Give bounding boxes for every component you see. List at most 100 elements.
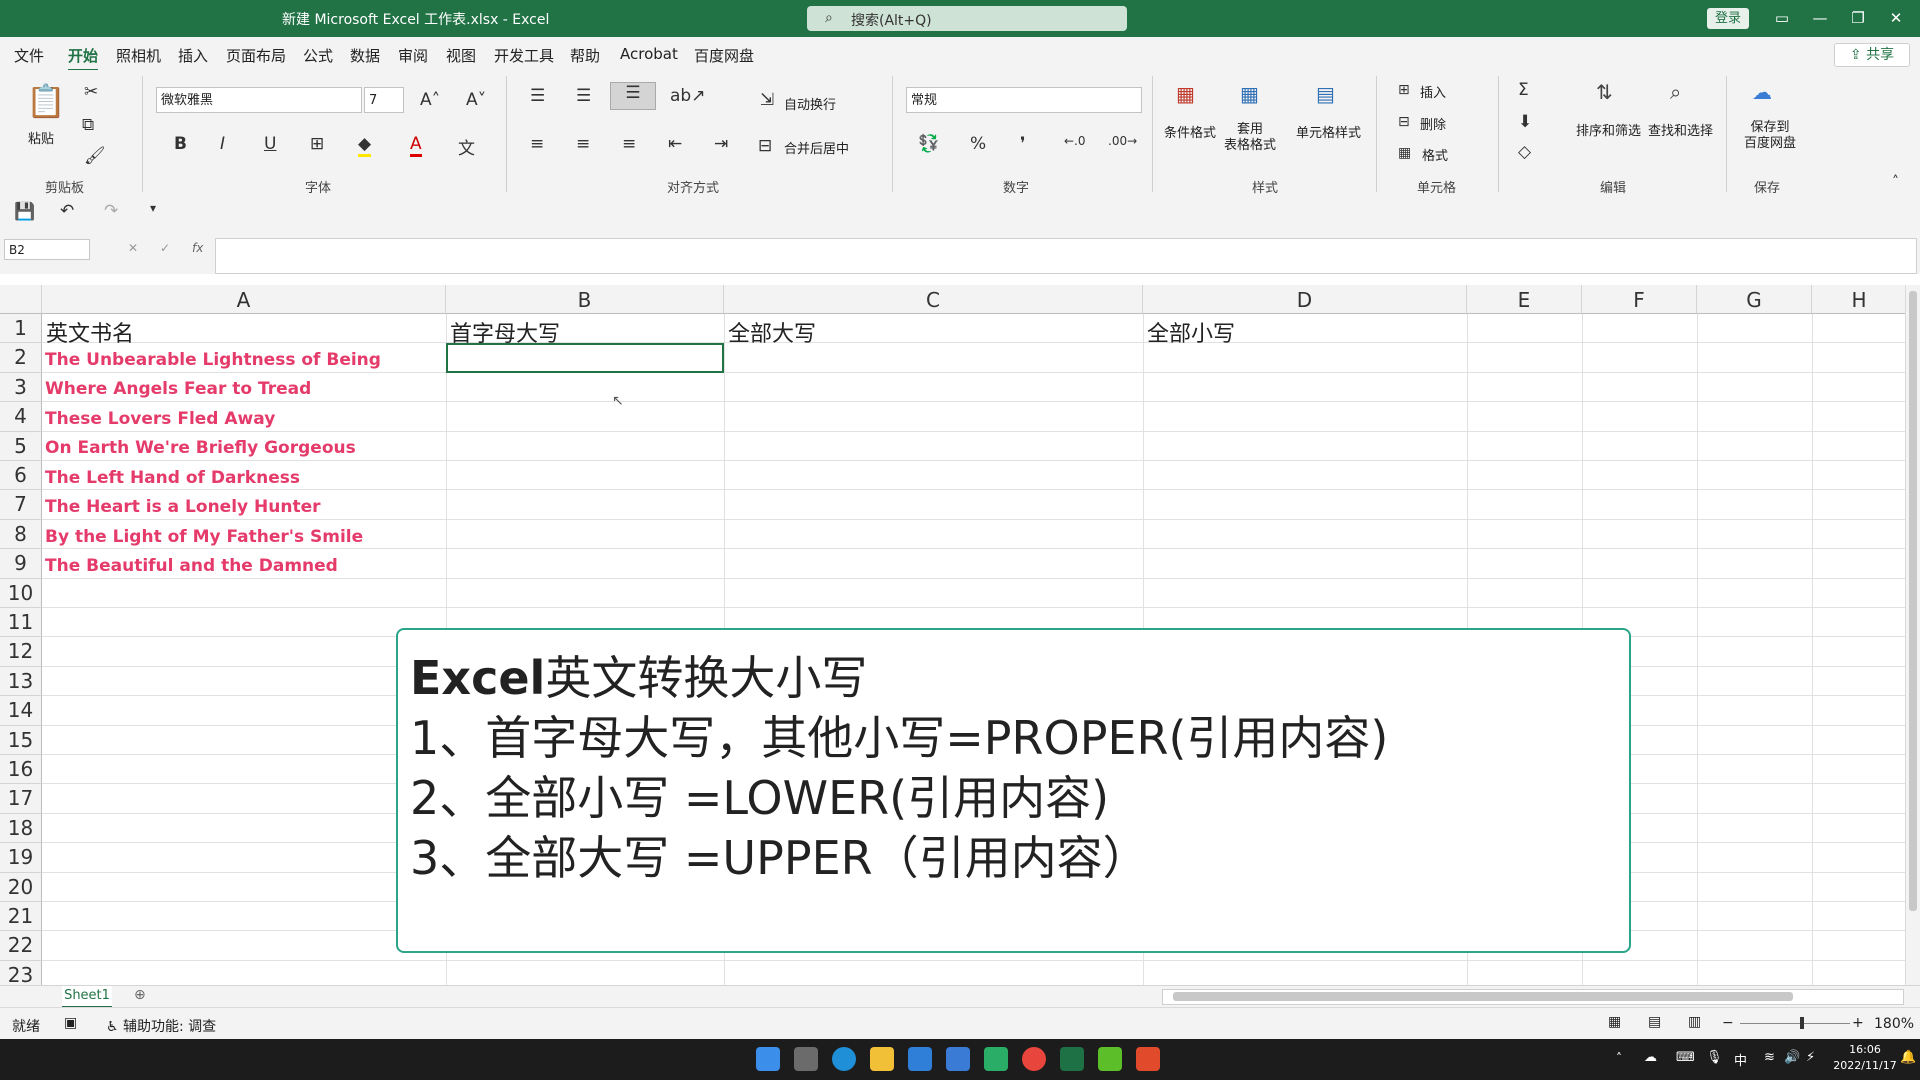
underline-icon[interactable]: U (264, 134, 276, 154)
column-header[interactable]: F (1582, 285, 1697, 314)
row-header[interactable]: 19 (0, 843, 42, 873)
menu-view[interactable]: 视图 (446, 45, 476, 66)
save-to-baidu-button[interactable]: 保存到 百度网盘 (1744, 120, 1796, 152)
share-button[interactable]: ⇪ 共享 (1834, 43, 1910, 67)
selected-cell[interactable] (446, 343, 724, 373)
increase-indent-icon[interactable]: ⇥ (714, 134, 728, 154)
format-icon[interactable]: ▦ (1398, 145, 1411, 161)
cell-c1[interactable]: 全部大写 (728, 316, 816, 348)
currency-icon[interactable]: 💱 (918, 134, 939, 154)
sort-filter-button[interactable]: 排序和筛选 (1576, 120, 1641, 139)
tray-chevron-icon[interactable]: ˄ (1616, 1051, 1622, 1065)
menu-review[interactable]: 审阅 (398, 45, 428, 66)
cell-styles-button[interactable]: 单元格样式 (1296, 122, 1361, 141)
merge-center-button[interactable]: 合并后居中 (784, 138, 849, 157)
insert-button[interactable]: 插入 (1420, 82, 1446, 101)
clock-date[interactable]: 2022/11/17 (1832, 1059, 1898, 1072)
redo-icon[interactable]: ↷ (104, 201, 118, 221)
menu-file[interactable]: 文件 (14, 45, 44, 66)
camtasia-icon[interactable] (1098, 1047, 1122, 1071)
vertical-scroll-thumb[interactable] (1909, 291, 1917, 911)
menu-help[interactable]: 帮助 (570, 45, 600, 66)
align-right-icon[interactable]: ≡ (622, 134, 636, 154)
cell-styles-icon[interactable]: ▤ (1316, 82, 1335, 106)
zoom-slider[interactable] (1740, 1023, 1850, 1024)
format-as-table-button[interactable]: 套用 表格格式 (1224, 122, 1276, 154)
zoom-out-icon[interactable]: − (1722, 1015, 1734, 1031)
book-title-cell[interactable]: Where Angels Fear to Tread (45, 379, 311, 399)
formula-input[interactable] (215, 238, 1917, 274)
notification-icon[interactable]: 🔔 (1900, 1050, 1916, 1065)
onedrive-icon[interactable]: ☁ (1644, 1050, 1657, 1065)
align-bottom-icon[interactable]: ☰ (610, 82, 656, 110)
function-icon[interactable]: fx (192, 241, 203, 255)
menu-developer[interactable]: 开发工具 (494, 45, 554, 66)
font-name-combo[interactable]: 微软雅黑 (156, 87, 362, 113)
undo-icon[interactable]: ↶ (60, 201, 74, 221)
row-header[interactable]: 14 (0, 696, 42, 726)
sheet-tab[interactable]: Sheet1 (62, 986, 112, 1008)
book-title-cell[interactable]: The Left Hand of Darkness (45, 468, 300, 488)
row-header[interactable]: 16 (0, 755, 42, 785)
conditional-format-icon[interactable]: ▦ (1176, 82, 1195, 106)
page-break-view-icon[interactable]: ▥ (1688, 1014, 1701, 1030)
cancel-icon[interactable]: ✕ (128, 241, 138, 255)
percent-icon[interactable]: % (970, 134, 986, 154)
accessibility-status[interactable]: ♿ 辅助功能: 调查 (106, 1016, 216, 1036)
recorder-icon[interactable] (1136, 1047, 1160, 1071)
find-select-button[interactable]: 查找和选择 (1648, 120, 1713, 139)
normal-view-icon[interactable]: ▦ (1608, 1014, 1621, 1030)
find-icon[interactable]: ⌕ (1670, 80, 1681, 104)
orientation-icon[interactable]: ab↗ (670, 86, 705, 106)
save-icon[interactable]: 💾 (14, 202, 35, 222)
increase-decimal-icon[interactable]: ←.0 (1064, 134, 1086, 148)
book-title-cell[interactable]: The Unbearable Lightness of Being (45, 350, 381, 370)
row-header[interactable]: 15 (0, 725, 42, 755)
feishu-icon[interactable] (908, 1047, 932, 1071)
fill-color-icon[interactable]: ◆ (358, 134, 372, 157)
clear-icon[interactable]: ◇ (1518, 142, 1531, 162)
insert-icon[interactable]: ⊞ (1398, 82, 1410, 98)
file-explorer-icon[interactable] (870, 1047, 894, 1071)
decrease-indent-icon[interactable]: ⇤ (668, 134, 682, 154)
add-sheet-icon[interactable]: ⊕ (134, 987, 146, 1003)
macro-record-icon[interactable]: ▣ (64, 1015, 77, 1031)
clock-time[interactable]: 16:06 (1840, 1043, 1890, 1056)
align-left-icon[interactable]: ≡ (530, 134, 544, 154)
wifi-icon[interactable]: ≋ (1764, 1050, 1775, 1065)
name-box[interactable]: B2 (4, 239, 90, 260)
ime-indicator[interactable]: 中 (1734, 1050, 1747, 1069)
row-header[interactable]: 2 (0, 343, 42, 373)
column-header[interactable]: D (1143, 285, 1467, 314)
delete-icon[interactable]: ⊟ (1398, 114, 1410, 130)
row-header[interactable]: 18 (0, 813, 42, 844)
row-header[interactable]: 5 (0, 431, 42, 461)
row-header[interactable]: 8 (0, 519, 42, 550)
increase-font-icon[interactable]: A˄ (420, 90, 440, 110)
column-header[interactable]: H (1812, 285, 1905, 314)
vertical-scrollbar[interactable] (1905, 285, 1920, 985)
border-icon[interactable]: ⊞ (310, 134, 324, 154)
menu-insert[interactable]: 插入 (178, 45, 208, 66)
cell-d1[interactable]: 全部小写 (1147, 316, 1235, 348)
number-format-combo[interactable]: 常规 (906, 87, 1142, 113)
row-header[interactable]: 6 (0, 461, 42, 491)
page-layout-view-icon[interactable]: ▤ (1648, 1014, 1661, 1030)
align-center-icon[interactable]: ≡ (576, 134, 590, 154)
menu-camera[interactable]: 照相机 (116, 45, 161, 66)
conditional-format-button[interactable]: 条件格式 (1164, 122, 1216, 141)
zoom-slider-thumb[interactable] (1800, 1017, 1804, 1029)
wechat-icon[interactable] (984, 1047, 1008, 1071)
row-header[interactable]: 7 (0, 490, 42, 520)
horizontal-scroll-thumb[interactable] (1173, 992, 1793, 1001)
select-all-corner[interactable] (0, 285, 42, 314)
delete-button[interactable]: 删除 (1420, 114, 1446, 133)
column-header[interactable]: G (1697, 285, 1812, 314)
fill-icon[interactable]: ⬇ (1518, 112, 1532, 132)
wrap-text-icon[interactable]: ⇲ (760, 90, 774, 110)
format-button[interactable]: 格式 (1422, 145, 1448, 164)
row-header[interactable]: 12 (0, 637, 42, 667)
search-box[interactable]: ⌕ 搜索(Alt+Q) (807, 6, 1127, 31)
menu-data[interactable]: 数据 (350, 45, 380, 66)
baidu-cloud-icon[interactable]: ☁ (1752, 80, 1772, 104)
